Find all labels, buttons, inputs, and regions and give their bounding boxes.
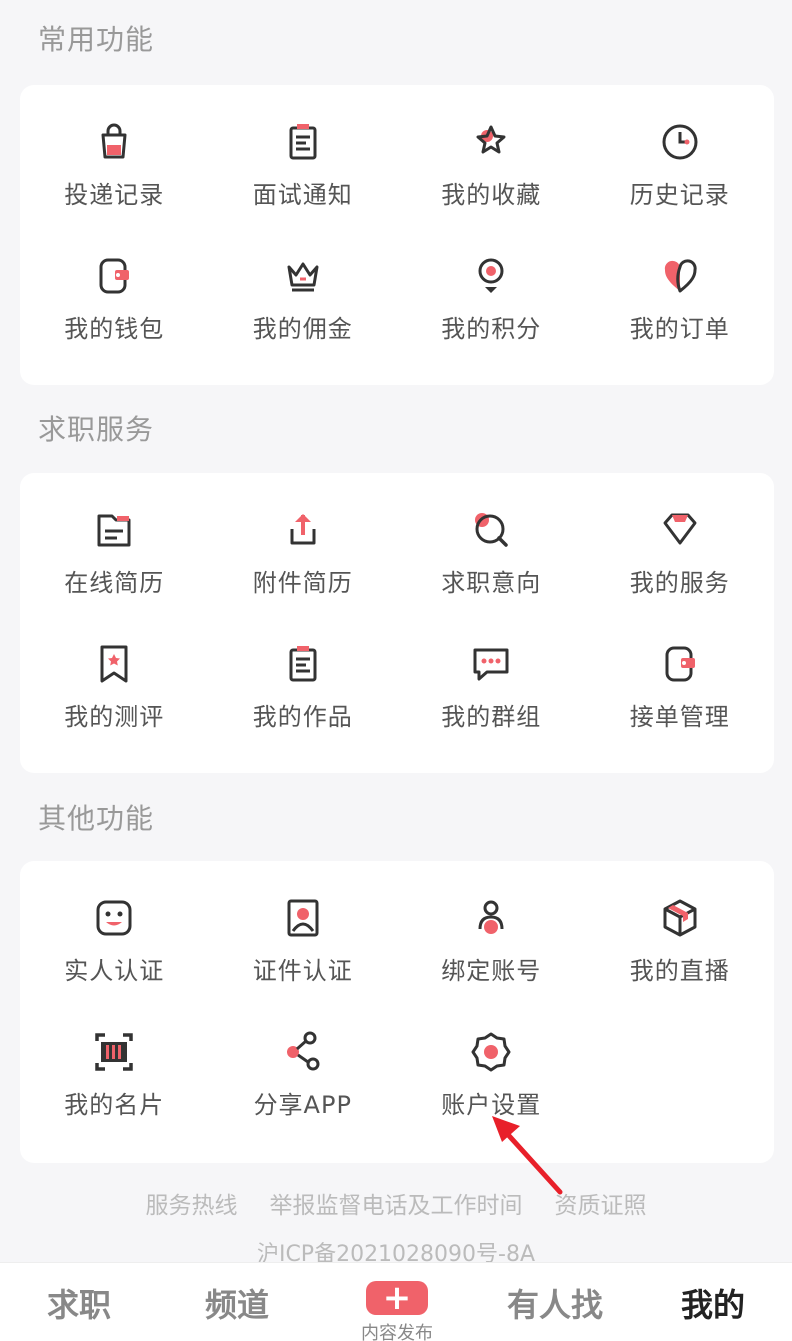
menu-item-label: 我的名片 — [64, 1091, 165, 1119]
barcode-icon — [91, 1029, 137, 1075]
menu-item-0-6[interactable]: 我的积分 — [397, 219, 586, 353]
share-icon — [280, 1029, 326, 1075]
menu-item-label: 我的直播 — [629, 957, 730, 985]
tab-channel[interactable]: 频道 — [158, 1263, 316, 1341]
id-photo-icon — [280, 895, 326, 941]
section-title-job-services: 求职服务 — [38, 413, 155, 446]
crown-icon — [280, 253, 326, 299]
menu-item-2-1[interactable]: 证件认证 — [209, 861, 398, 995]
menu-item-1-4[interactable]: 我的测评 — [20, 607, 209, 741]
menu-item-label: 我的钱包 — [64, 315, 165, 343]
menu-item-label: 我的佣金 — [252, 315, 353, 343]
folder-icon — [91, 507, 137, 553]
plus-icon: + — [366, 1281, 428, 1315]
menu-item-2-3[interactable]: 我的直播 — [586, 861, 775, 995]
annotation-arrow-icon — [492, 1116, 563, 1195]
upload-icon — [280, 507, 326, 553]
location-pin-icon — [468, 253, 514, 299]
menu-item-label: 我的订单 — [629, 315, 730, 343]
menu-item-label: 分享APP — [253, 1091, 352, 1119]
menu-item-0-2[interactable]: 我的收藏 — [397, 85, 586, 219]
section-title-other: 其他功能 — [38, 802, 155, 835]
menu-item-0-0[interactable]: 投递记录 — [20, 85, 209, 219]
section-title-common: 常用功能 — [38, 23, 155, 56]
card-other-functions: 实人认证 证件认证 绑定账号 我的直播 我的名片 分享APP 账户设置 — [20, 861, 774, 1163]
bookmark-star-icon — [91, 641, 137, 687]
menu-item-label: 我的作品 — [252, 703, 353, 731]
menu-item-label: 我的服务 — [629, 569, 730, 597]
publish-button[interactable]: + 内容发布 — [318, 1263, 476, 1341]
menu-item-label: 我的群组 — [441, 703, 542, 731]
menu-item-label: 求职意向 — [441, 569, 542, 597]
cube-icon — [657, 895, 703, 941]
card-common-functions: 投递记录 面试通知 我的收藏 历史记录我的钱包 我的佣金 我的积分 我的订单 — [20, 85, 774, 385]
menu-item-label: 历史记录 — [629, 181, 730, 209]
menu-item-label: 绑定账号 — [441, 957, 542, 985]
clock-icon — [657, 119, 703, 165]
menu-item-label: 接单管理 — [629, 703, 730, 731]
footer-links: 服务热线 举报监督电话及工作时间 资质证照 — [0, 1186, 792, 1220]
menu-item-label: 实人认证 — [64, 957, 165, 985]
menu-item-1-6[interactable]: 我的群组 — [397, 607, 586, 741]
menu-item-1-7[interactable]: 接单管理 — [586, 607, 775, 741]
menu-item-0-5[interactable]: 我的佣金 — [209, 219, 398, 353]
star-icon — [468, 119, 514, 165]
document-icon — [280, 641, 326, 687]
menu-item-2-4[interactable]: 我的名片 — [20, 995, 209, 1129]
search-icon — [468, 507, 514, 553]
menu-item-label: 我的积分 — [441, 315, 542, 343]
menu-item-0-7[interactable]: 我的订单 — [586, 219, 775, 353]
card-job-services: 在线简历 附件简历 求职意向 我的服务我的测评 我的作品 我的群组 接单管理 — [20, 473, 774, 773]
bag-icon — [91, 119, 137, 165]
heart-icon — [657, 253, 703, 299]
tab-job[interactable]: 求职 — [0, 1263, 158, 1341]
menu-item-0-3[interactable]: 历史记录 — [586, 85, 775, 219]
menu-item-2-0[interactable]: 实人认证 — [20, 861, 209, 995]
bottom-tab-bar: 求职 频道 + 内容发布 有人找 我的 — [0, 1262, 792, 1341]
menu-item-label: 我的收藏 — [441, 181, 542, 209]
tab-mine[interactable]: 我的 — [634, 1263, 792, 1341]
menu-item-label: 在线简历 — [64, 569, 165, 597]
menu-item-2-2[interactable]: 绑定账号 — [397, 861, 586, 995]
menu-item-1-0[interactable]: 在线简历 — [20, 473, 209, 607]
menu-item-0-1[interactable]: 面试通知 — [209, 85, 398, 219]
menu-item-1-1[interactable]: 附件简历 — [209, 473, 398, 607]
menu-item-1-3[interactable]: 我的服务 — [586, 473, 775, 607]
settings-icon — [468, 1029, 514, 1075]
chat-icon — [468, 641, 514, 687]
wallet-icon — [91, 253, 137, 299]
menu-item-label: 证件认证 — [252, 957, 353, 985]
footer-link-hotline[interactable]: 服务热线 — [146, 1186, 238, 1220]
menu-item-label: 我的测评 — [64, 703, 165, 731]
publish-label: 内容发布 — [361, 1323, 433, 1341]
menu-item-0-4[interactable]: 我的钱包 — [20, 219, 209, 353]
tab-someone-looking[interactable]: 有人找 — [476, 1263, 634, 1341]
wallet-icon — [657, 641, 703, 687]
menu-item-1-2[interactable]: 求职意向 — [397, 473, 586, 607]
menu-item-label: 附件简历 — [252, 569, 353, 597]
face-icon — [91, 895, 137, 941]
menu-item-2-5[interactable]: 分享APP — [209, 995, 398, 1129]
document-icon — [280, 119, 326, 165]
menu-item-label: 投递记录 — [64, 181, 165, 209]
menu-item-label: 面试通知 — [252, 181, 353, 209]
menu-item-1-5[interactable]: 我的作品 — [209, 607, 398, 741]
diamond-icon — [657, 507, 703, 553]
user-icon — [468, 895, 514, 941]
